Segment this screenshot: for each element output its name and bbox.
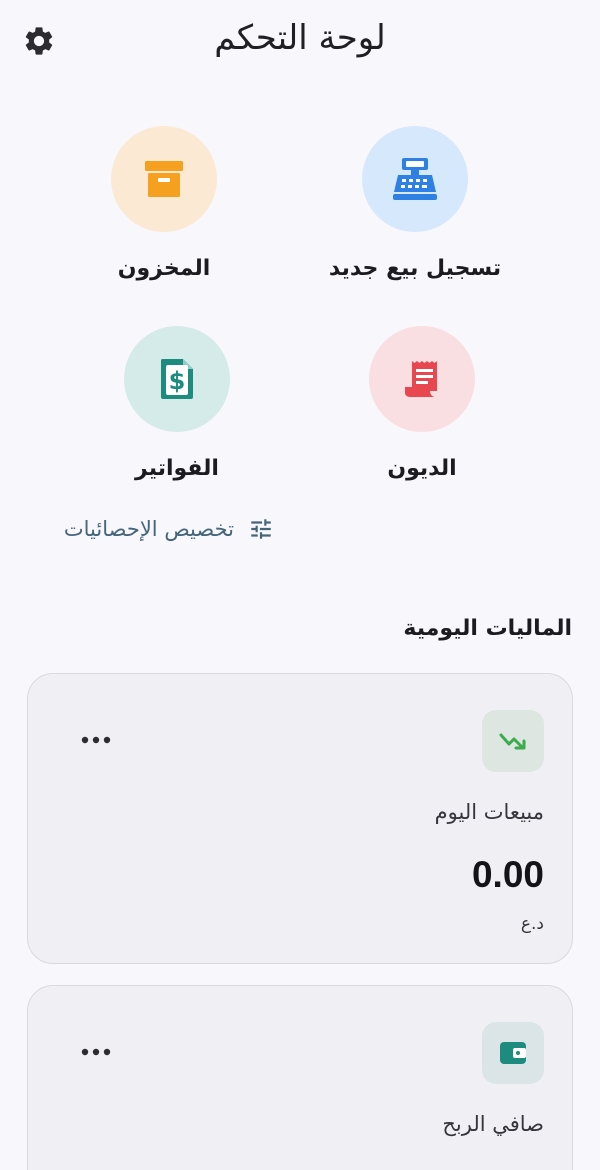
daily-finance-title: الماليات اليومية xyxy=(403,616,572,641)
currency-unit: د.ع xyxy=(520,914,544,934)
today-sales-more-button[interactable] xyxy=(78,726,114,754)
new-sale-icon-circle xyxy=(362,126,468,232)
net-profit-card[interactable]: صافي الربح xyxy=(27,985,573,1170)
wallet-icon-box xyxy=(482,1022,544,1084)
inventory-label: المخزون xyxy=(117,256,211,281)
inventory-button[interactable]: المخزون xyxy=(44,126,284,281)
debts-button[interactable]: الديون xyxy=(302,326,542,481)
customize-stats-button[interactable]: تخصيص الإحصائيات xyxy=(64,516,274,542)
inventory-icon-circle xyxy=(111,126,217,232)
net-profit-label: صافي الربح xyxy=(442,1112,544,1136)
today-sales-value: 0.00 xyxy=(471,854,544,895)
dashboard-screen: لوحة التحكم تسجيل بيع جديد المخزون الديو… xyxy=(0,0,600,1170)
invoices-button[interactable]: $ الفواتير xyxy=(57,326,297,481)
trend-icon-box xyxy=(482,710,544,772)
debts-icon-circle xyxy=(369,326,475,432)
invoices-icon-circle: $ xyxy=(124,326,230,432)
settings-button[interactable] xyxy=(20,22,58,60)
net-profit-more-button[interactable] xyxy=(78,1038,114,1066)
svg-text:$: $ xyxy=(169,367,186,395)
debts-label: الديون xyxy=(387,456,457,481)
page-title: لوحة التحكم xyxy=(214,18,386,58)
today-sales-card[interactable]: مبيعات اليوم 0.00 د.ع xyxy=(27,673,573,964)
wallet-icon xyxy=(500,1042,526,1064)
sliders-icon xyxy=(251,519,271,539)
trend-down-icon xyxy=(499,733,526,750)
receipt-icon xyxy=(405,361,437,397)
new-sale-button[interactable]: تسجيل بيع جديد xyxy=(295,126,535,281)
invoice-dollar-icon: $ xyxy=(161,359,193,399)
more-horizontal-icon xyxy=(81,736,111,744)
cash-register-icon xyxy=(393,158,437,200)
today-sales-label: مبيعات اليوم xyxy=(434,800,544,824)
customize-stats-label: تخصيص الإحصائيات xyxy=(63,517,234,541)
more-horizontal-icon xyxy=(81,1048,111,1056)
new-sale-label: تسجيل بيع جديد xyxy=(328,256,502,281)
invoices-label: الفواتير xyxy=(135,456,219,481)
archive-box-icon xyxy=(145,161,183,197)
gear-icon xyxy=(25,27,53,55)
